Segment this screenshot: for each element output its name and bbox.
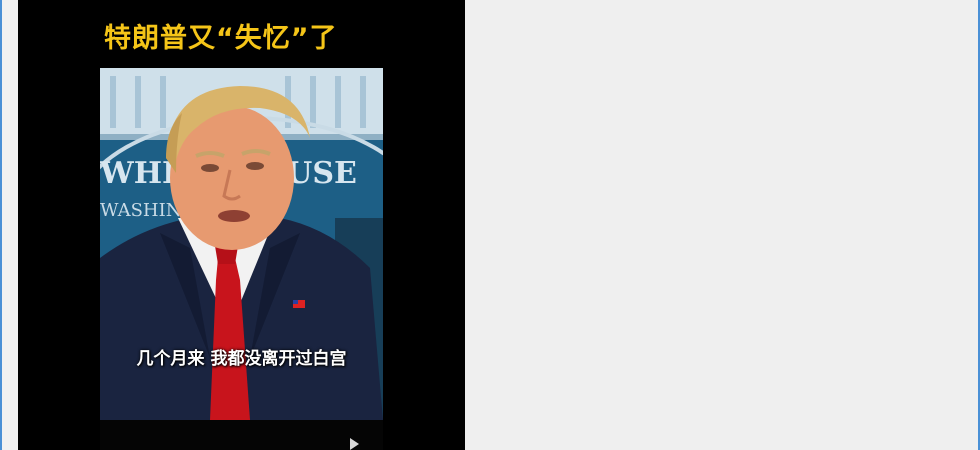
blank-content-area xyxy=(465,0,978,450)
video-subtitle: 几个月来 我都没离开过白宫 xyxy=(136,349,347,369)
left-gutter xyxy=(2,0,18,450)
video-player[interactable]: 特朗普又“失忆”了 WHITE HOUSE WASHINGTON 几个月来 我都… xyxy=(18,0,465,450)
video-frame[interactable]: WHITE HOUSE WASHINGTON 几个月来 我都没离开过白宫 xyxy=(100,68,383,420)
player-control-bar xyxy=(100,420,383,450)
play-icon[interactable] xyxy=(350,438,359,450)
video-title: 特朗普又“失忆”了 xyxy=(104,23,338,54)
